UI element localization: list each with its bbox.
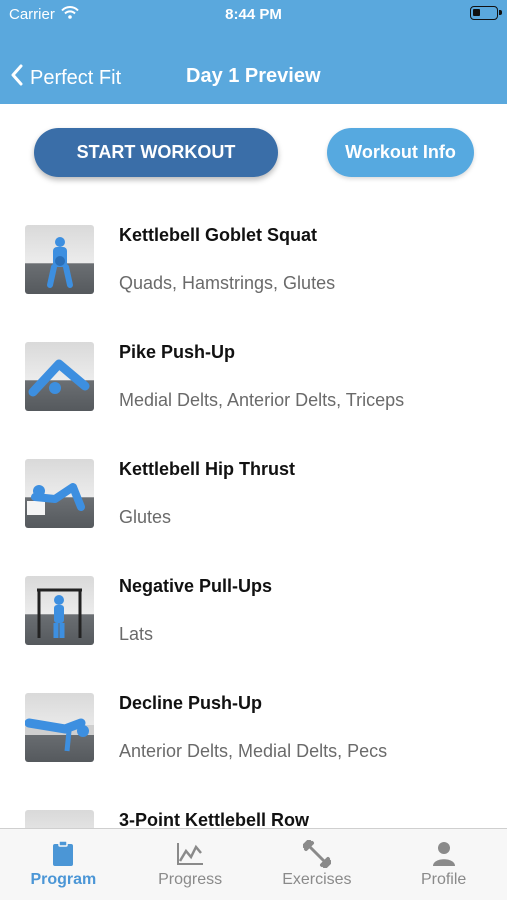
tab-label: Profile (420, 871, 467, 888)
person-icon (432, 841, 456, 867)
exercise-name: Pike Push-Up (119, 342, 236, 362)
list-item[interactable]: Negative Pull-Ups Lats (0, 560, 507, 677)
list-item[interactable]: Pike Push-Up Medial Delts, Anterior Delt… (0, 326, 507, 443)
tab-progress[interactable]: Progress (127, 829, 254, 900)
exercise-muscles: Glutes (119, 507, 172, 527)
tab-bar: Program Progress Exercises Profile (0, 828, 507, 900)
chevron-left-icon (10, 64, 24, 92)
tab-label: Progress (158, 871, 223, 888)
start-workout-button[interactable]: START WORKOUT (34, 128, 278, 177)
clock: 8:44 PM (225, 6, 282, 23)
tab-profile[interactable]: Profile (380, 829, 507, 900)
dumbbell-icon (302, 840, 331, 868)
list-item[interactable]: Decline Push-Up Anterior Delts, Medial D… (0, 677, 507, 794)
exercise-muscles: Lats (119, 624, 154, 644)
exercise-name: Kettlebell Hip Thrust (119, 459, 296, 479)
action-buttons: START WORKOUT Workout Info (0, 128, 507, 178)
exercise-thumbnail (25, 225, 94, 294)
workout-info-button[interactable]: Workout Info (327, 128, 474, 177)
exercise-name: Kettlebell Goblet Squat (119, 225, 318, 245)
exercise-list: Kettlebell Goblet Squat Quads, Hamstring… (0, 209, 507, 828)
exercise-thumbnail (25, 810, 94, 828)
page-title: Day 1 Preview (186, 65, 321, 87)
clipboard-icon (52, 841, 74, 867)
back-button[interactable]: Perfect Fit (10, 64, 121, 92)
exercise-name: Decline Push-Up (119, 693, 263, 713)
back-label: Perfect Fit (30, 66, 122, 89)
list-item[interactable]: Kettlebell Goblet Squat Quads, Hamstring… (0, 209, 507, 326)
battery-icon (470, 6, 502, 20)
exercise-thumbnail (25, 342, 94, 411)
tab-label: Exercises (282, 871, 352, 888)
tab-label: Program (30, 871, 97, 888)
tab-exercises[interactable]: Exercises (254, 829, 381, 900)
nav-bar: Perfect Fit Day 1 Preview (0, 58, 507, 98)
exercise-muscles: Quads, Hamstrings, Glutes (119, 273, 336, 293)
tab-program[interactable]: Program (0, 829, 127, 900)
status-bar: Carrier 8:44 PM (0, 0, 507, 28)
exercise-thumbnail (25, 459, 94, 528)
chart-icon (176, 841, 204, 867)
exercise-name: Negative Pull-Ups (119, 576, 273, 596)
header: Carrier 8:44 PM Perfect Fit Day 1 Previe… (0, 0, 507, 104)
list-item[interactable]: Kettlebell Hip Thrust Glutes (0, 443, 507, 560)
exercise-thumbnail (25, 693, 94, 762)
list-item[interactable]: 3-Point Kettlebell Row (0, 794, 507, 828)
exercise-name: 3-Point Kettlebell Row (119, 810, 310, 828)
exercise-thumbnail (25, 576, 94, 645)
exercise-muscles: Medial Delts, Anterior Delts, Triceps (119, 390, 405, 410)
exercise-muscles: Anterior Delts, Medial Delts, Pecs (119, 741, 388, 761)
